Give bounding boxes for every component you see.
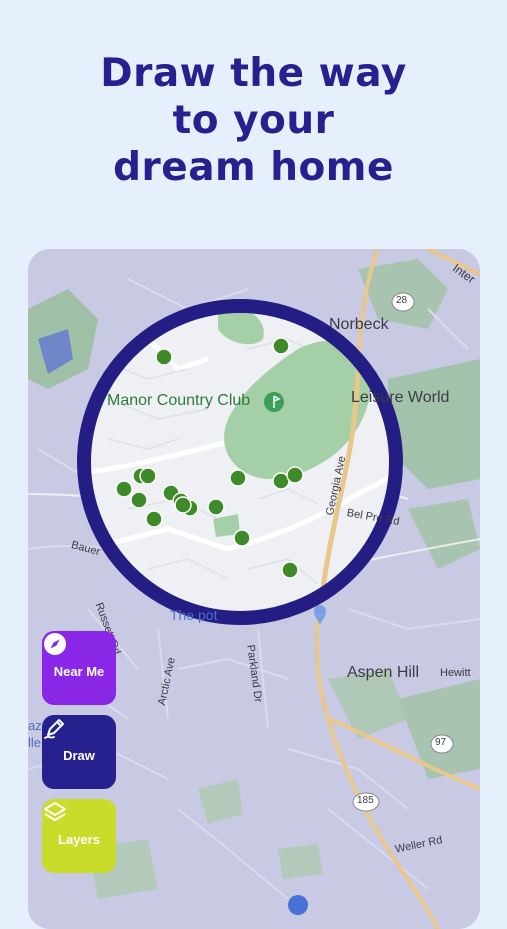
compass-icon [44, 633, 66, 655]
map-view[interactable]: Inter Norbeck Manor Country Club Leisure… [28, 249, 480, 929]
layers-button[interactable]: Layers [42, 799, 116, 873]
map-label-depot: The pot [170, 607, 218, 623]
headline-line-1: Draw the way [100, 51, 407, 96]
draw-label: Draw [63, 747, 95, 763]
draw-button[interactable]: Draw [42, 715, 116, 789]
listing-pin [115, 480, 133, 498]
near-me-button[interactable]: Near Me [42, 631, 116, 705]
layers-icon [44, 802, 66, 821]
layers-label: Layers [58, 831, 100, 847]
map-label-partial-2: lle [28, 735, 42, 750]
listing-pin [130, 491, 148, 509]
map-label-aspen-hill: Aspen Hill [347, 664, 420, 681]
headline-line-3: dream home [113, 145, 394, 190]
location-marker-icon [288, 895, 308, 915]
pencil-draw-icon [44, 719, 64, 739]
map-label-leisure-world: Leisure World [351, 389, 450, 406]
listing-pin [229, 469, 247, 487]
listing-pin [145, 510, 163, 528]
map-label-partial-1: az [28, 718, 42, 733]
listing-pin [207, 498, 225, 516]
headline-line-2: to your [172, 98, 335, 143]
route-shield-28-label: 28 [396, 295, 408, 306]
route-shield-185-label: 185 [357, 795, 374, 806]
listing-pin [272, 337, 290, 355]
route-shield-97-label: 97 [435, 737, 447, 748]
map-label-norbeck: Norbeck [329, 316, 389, 333]
listing-pin [139, 467, 157, 485]
map-label-manor-country-club: Manor Country Club [107, 392, 251, 409]
listing-pin [286, 466, 304, 484]
listing-pin [174, 496, 192, 514]
headline: Draw the way to your dream home [0, 50, 507, 191]
road-label-hewitt: Hewitt [440, 667, 471, 679]
listing-pin [281, 561, 299, 579]
listing-pin [155, 348, 173, 366]
listing-pin [233, 529, 251, 547]
near-me-label: Near Me [53, 663, 105, 679]
golf-course-icon [264, 392, 284, 412]
